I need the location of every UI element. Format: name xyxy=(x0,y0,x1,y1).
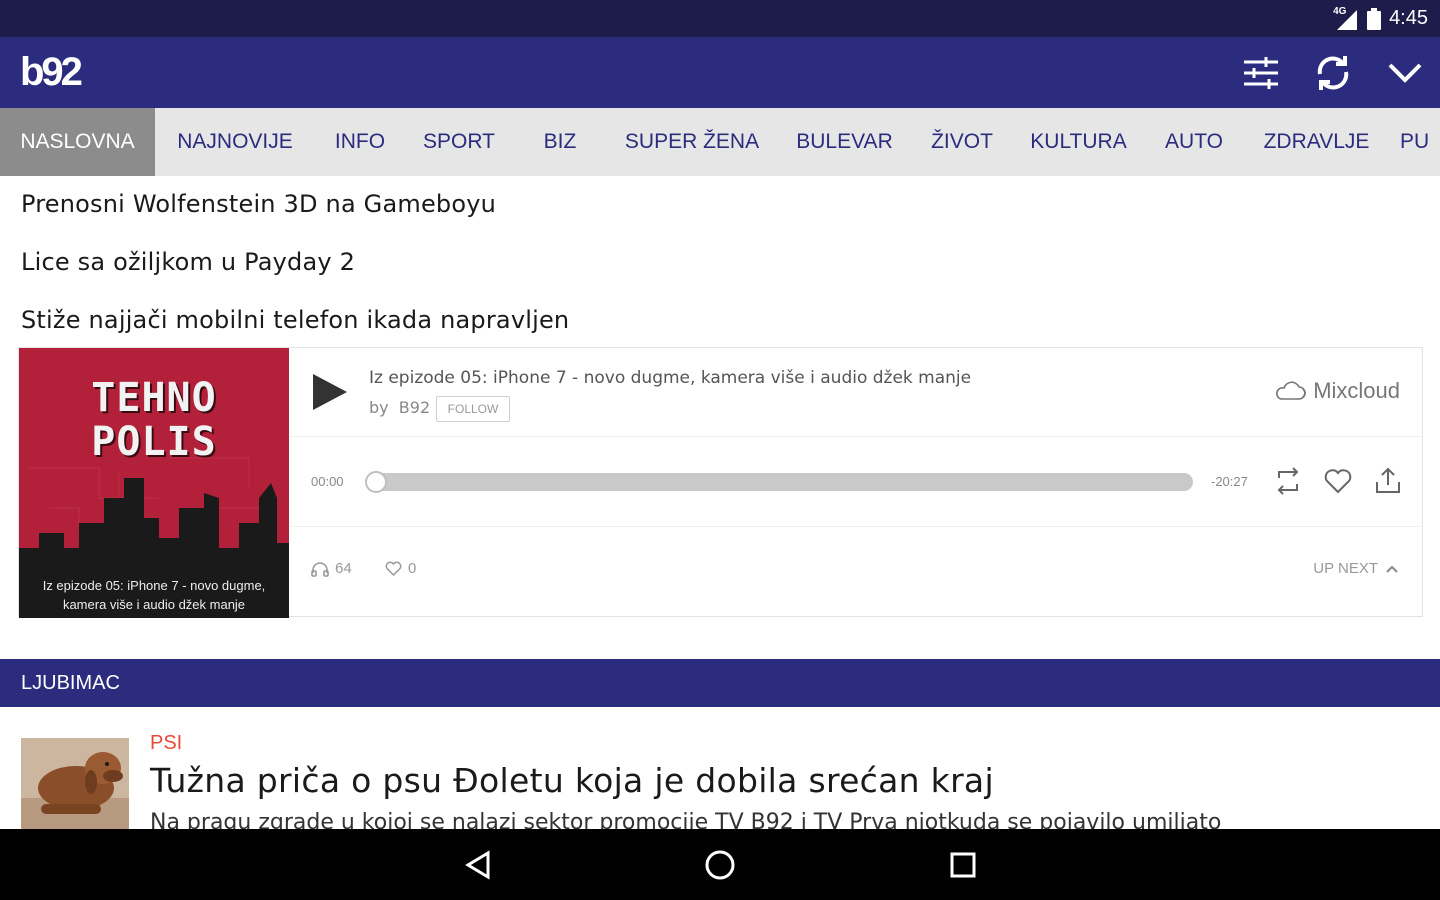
favorites-count: 0 xyxy=(385,560,416,577)
play-button[interactable] xyxy=(311,372,351,414)
section-title: LJUBIMAC xyxy=(21,671,120,694)
tab-zdravlje[interactable]: ZDRAVLJE xyxy=(1243,108,1390,176)
filter-icon[interactable] xyxy=(1240,52,1282,94)
tab-biz[interactable]: BIZ xyxy=(513,108,607,176)
progress-knob[interactable] xyxy=(365,471,387,493)
chevron-up-icon xyxy=(1386,565,1398,573)
category-tabs: NASLOVNA NAJNOVIJE INFO SPORT BIZ SUPER … xyxy=(0,108,1440,176)
tab-pu[interactable]: PU xyxy=(1400,108,1440,176)
tab-najnovije[interactable]: NAJNOVIJE xyxy=(155,108,315,176)
article-link[interactable]: Lice sa ožiljkom u Payday 2 xyxy=(21,248,355,276)
time-elapsed: 00:00 xyxy=(311,474,344,489)
tab-naslovna[interactable]: NASLOVNA xyxy=(0,108,155,176)
status-indicators: 4G 4:45 xyxy=(1333,0,1428,37)
tab-info[interactable]: INFO xyxy=(315,108,405,176)
repost-icon[interactable] xyxy=(1273,466,1303,496)
b92-logo[interactable]: b92 xyxy=(20,49,83,95)
tab-kultura[interactable]: KULTURA xyxy=(1012,108,1145,176)
back-icon[interactable] xyxy=(456,843,500,887)
mixcloud-brand[interactable]: Mixcloud xyxy=(1275,378,1400,404)
battery-icon xyxy=(1367,7,1382,30)
article-category[interactable]: PSI xyxy=(150,732,182,755)
tab-super-zena[interactable]: SUPER ŽENA xyxy=(607,108,777,176)
time-remaining: -20:27 xyxy=(1211,474,1248,489)
app-bar: b92 xyxy=(0,37,1440,108)
section-header: LJUBIMAC xyxy=(0,659,1440,707)
refresh-icon[interactable] xyxy=(1312,52,1354,94)
tab-auto[interactable]: AUTO xyxy=(1145,108,1243,176)
mixcloud-player: TEHNO POLIS Iz epizode 05: iPhone 7 - no… xyxy=(18,347,1423,618)
cover-title: TEHNO POLIS xyxy=(91,375,217,465)
navigation-bar xyxy=(0,829,1440,900)
recents-icon[interactable] xyxy=(941,843,985,887)
episode-title[interactable]: Iz epizode 05: iPhone 7 - novo dugme, ka… xyxy=(369,368,971,388)
status-time: 4:45 xyxy=(1389,7,1428,29)
article-title[interactable]: Tužna priča o psu Đoletu koja je dobila … xyxy=(150,761,994,800)
episode-author: by B92 xyxy=(369,398,431,417)
tab-zivot[interactable]: ŽIVOT xyxy=(912,108,1012,176)
cover-caption: Iz epizode 05: iPhone 7 - novo dugme, ka… xyxy=(42,578,266,612)
tab-bulevar[interactable]: BULEVAR xyxy=(777,108,912,176)
divider xyxy=(291,526,1422,527)
cloud-icon xyxy=(1276,381,1306,400)
divider xyxy=(291,436,1422,437)
app-bar-actions xyxy=(1240,37,1426,108)
podcast-cover[interactable]: TEHNO POLIS Iz epizode 05: iPhone 7 - no… xyxy=(19,348,289,618)
signal-icon: 4G xyxy=(1333,6,1359,30)
tab-sport[interactable]: SPORT xyxy=(405,108,513,176)
article-thumbnail[interactable] xyxy=(21,738,129,838)
progress-track[interactable] xyxy=(367,473,1193,491)
up-next-button[interactable]: UP NEXT xyxy=(1313,560,1398,577)
article-link[interactable]: Stiže najjači mobilni telefon ikada napr… xyxy=(21,306,569,334)
author-link[interactable]: B92 xyxy=(399,398,430,417)
headphones-icon xyxy=(311,561,329,577)
plays-count: 64 xyxy=(311,560,352,577)
heart-icon[interactable] xyxy=(1323,466,1353,496)
follow-button[interactable]: FOLLOW xyxy=(436,396,510,422)
chevron-down-icon[interactable] xyxy=(1384,52,1426,94)
share-icon[interactable] xyxy=(1373,466,1403,496)
heart-outline-icon xyxy=(385,561,402,576)
article-link[interactable]: Prenosni Wolfenstein 3D na Gameboyu xyxy=(21,190,496,218)
home-icon[interactable] xyxy=(698,843,742,887)
status-bar: 4G 4:45 xyxy=(0,0,1440,37)
